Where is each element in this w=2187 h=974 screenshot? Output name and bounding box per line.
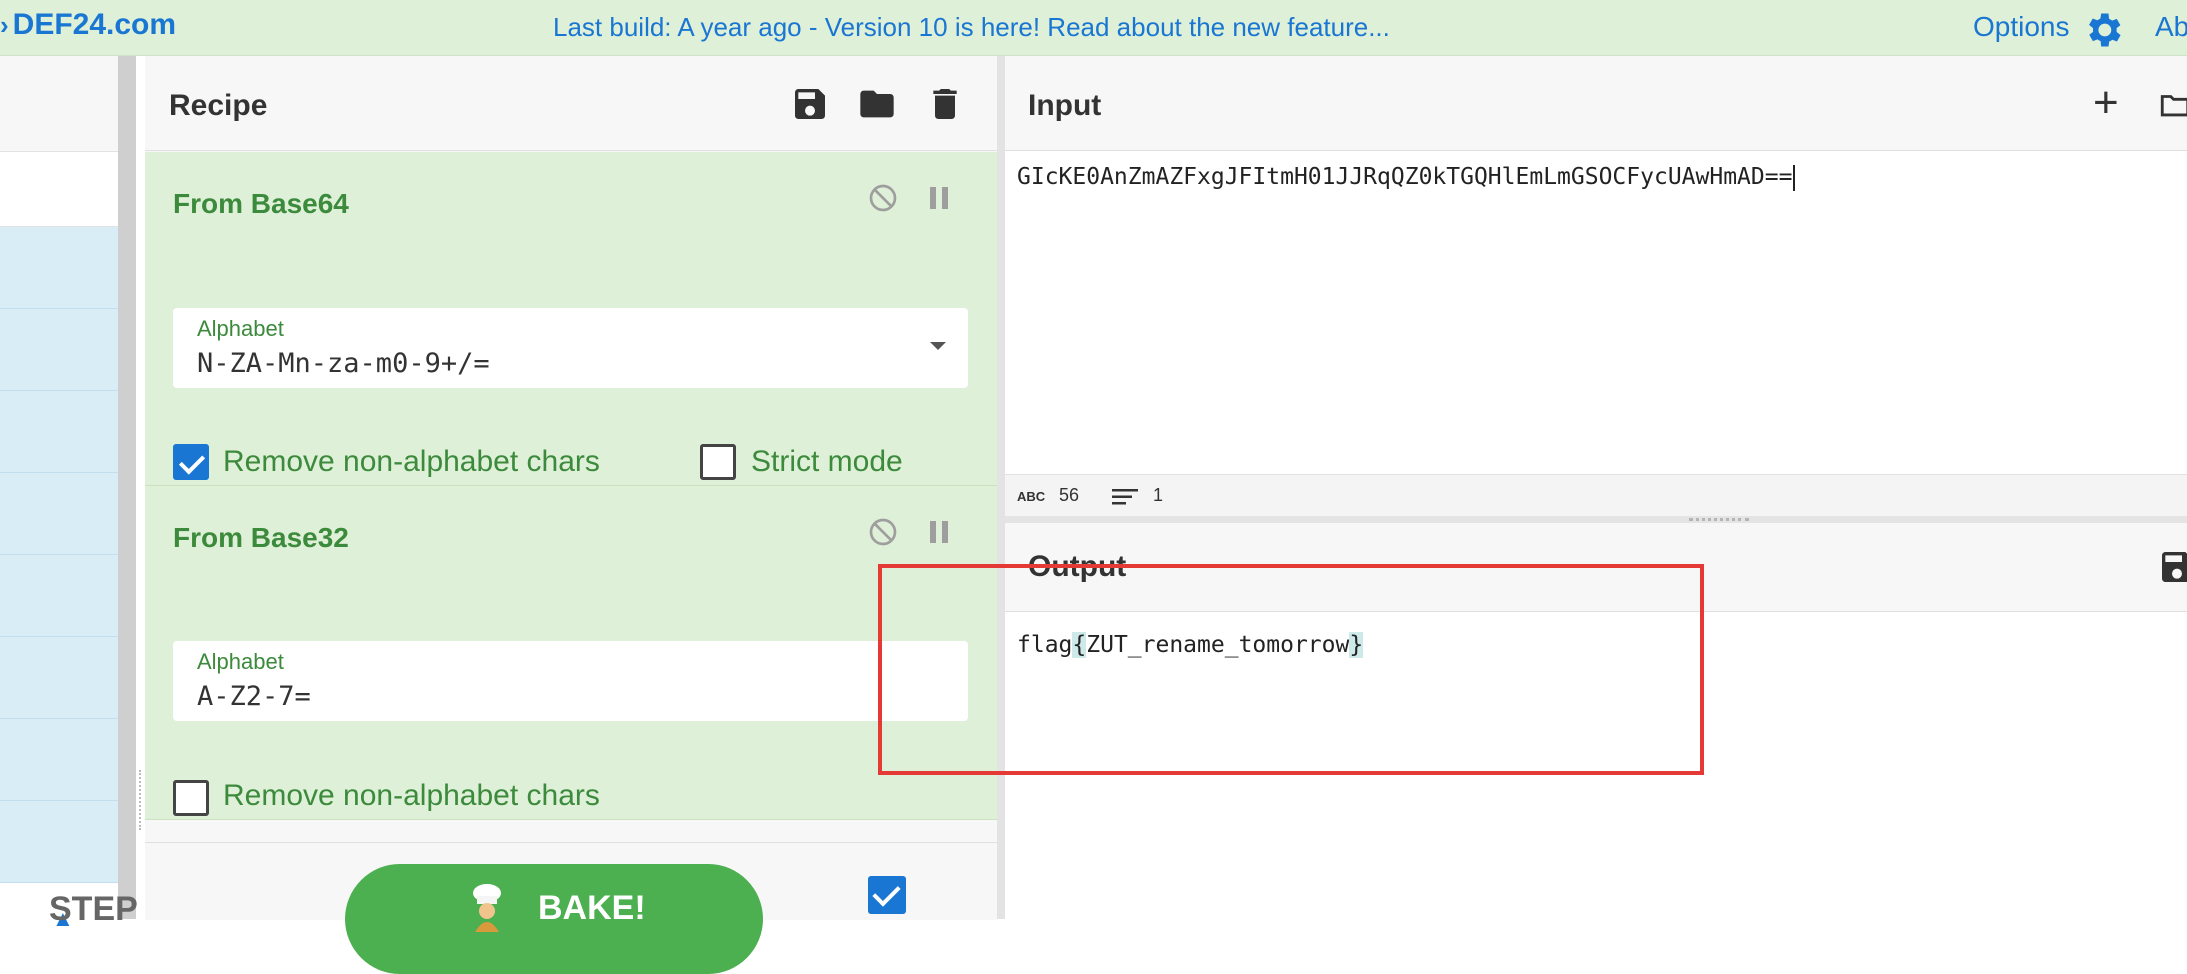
category-item[interactable] xyxy=(0,227,118,309)
category-item[interactable] xyxy=(0,637,118,719)
input-header: Input + xyxy=(1005,56,2187,151)
input-lines: 1 xyxy=(1153,485,1164,505)
bake-label[interactable]: BAKE! xyxy=(538,889,646,928)
category-item[interactable] xyxy=(0,473,118,555)
operation-title: From Base32 xyxy=(173,522,349,553)
disable-icon[interactable] xyxy=(867,516,899,548)
input-textarea[interactable]: GIcKE0AnZmAZFxgJFItmH01JJRqQZ0kTGQHlEmLm… xyxy=(1017,164,1796,191)
brand-text[interactable]: DEF24.com xyxy=(13,8,176,41)
operations-panel: ▲ xyxy=(0,56,118,931)
io-panel: Input + GIcKE0AnZmAZFxgJFItmH01JJRqQZ0kT… xyxy=(1005,56,2187,919)
recipe-title: Recipe xyxy=(169,89,268,122)
brand-link[interactable]: › DEF24.com xyxy=(0,8,176,42)
strict-mode-label[interactable]: Strict mode xyxy=(751,445,903,479)
open-folder-icon[interactable] xyxy=(2157,88,2187,122)
save-icon[interactable] xyxy=(790,84,830,124)
text-cursor xyxy=(1793,164,1796,191)
chevron-down-icon[interactable]: › xyxy=(0,10,9,40)
category-item[interactable] xyxy=(0,555,118,637)
chef-icon xyxy=(473,884,501,932)
annotation-highlight-box xyxy=(878,564,1704,775)
bake-button[interactable]: BAKE! xyxy=(345,864,763,974)
gear-icon[interactable] xyxy=(2081,8,2125,52)
input-value[interactable]: GIcKE0AnZmAZFxgJFItmH01JJRqQZ0kTGQHlEmLm… xyxy=(1017,164,1792,190)
lines-icon xyxy=(1112,489,1138,505)
operation-title: From Base64 xyxy=(173,188,349,219)
alphabet-select[interactable]: Alphabet N-ZA-Mn-za-m0-9+/= xyxy=(173,308,968,388)
recipe-header: Recipe xyxy=(145,56,997,151)
build-notice-link[interactable]: Last build: A year ago - Version 10 is h… xyxy=(553,12,1390,43)
input-status-bar: ABC 56 1 xyxy=(1005,474,2187,517)
remove-non-alphabet-checkbox[interactable] xyxy=(173,780,209,816)
folder-icon[interactable] xyxy=(857,84,897,124)
remove-non-alphabet-checkbox[interactable] xyxy=(173,444,209,480)
about-link[interactable]: Ab xyxy=(2155,11,2187,43)
alphabet-label: Alphabet xyxy=(197,316,284,341)
pause-icon[interactable] xyxy=(927,184,951,212)
operation-from-base64[interactable]: From Base64 Alphabet N-ZA-Mn-za-m0-9+/= … xyxy=(145,152,997,486)
category-item[interactable] xyxy=(0,801,118,883)
recipe-panel: Recipe From Base64 Alphabet N-ZA-Mn-za-m… xyxy=(145,56,997,920)
remove-non-alphabet-label[interactable]: Remove non-alphabet chars xyxy=(223,779,600,813)
category-item[interactable] xyxy=(0,391,118,473)
top-banner: › DEF24.com Last build: A year ago - Vers… xyxy=(0,0,2187,56)
trash-icon[interactable] xyxy=(925,84,965,124)
options-link[interactable]: Options xyxy=(1973,11,2070,43)
input-length: 56 xyxy=(1059,485,1080,505)
panel-gutter[interactable] xyxy=(997,56,1005,919)
length-icon: ABC xyxy=(1017,489,1046,504)
alphabet-value[interactable]: N-ZA-Mn-za-m0-9+/= xyxy=(197,348,490,379)
alphabet-input[interactable]: Alphabet A-Z2-7= xyxy=(173,641,968,721)
input-title: Input xyxy=(1028,89,1102,122)
step-button[interactable]: STEP xyxy=(49,890,138,929)
operations-header xyxy=(0,56,118,152)
panel-gutter[interactable] xyxy=(118,56,136,919)
category-item[interactable] xyxy=(0,719,118,801)
add-tab-icon[interactable]: + xyxy=(2093,78,2119,128)
strict-mode-checkbox[interactable] xyxy=(700,444,736,480)
disable-icon[interactable] xyxy=(867,182,899,214)
gutter-handle[interactable] xyxy=(139,770,144,830)
auto-bake-checkbox[interactable] xyxy=(868,876,906,914)
operations-search[interactable] xyxy=(0,152,118,227)
io-divider[interactable] xyxy=(1005,516,2187,523)
remove-non-alphabet-label[interactable]: Remove non-alphabet chars xyxy=(223,445,600,479)
dropdown-caret-icon[interactable] xyxy=(930,342,946,350)
alphabet-label: Alphabet xyxy=(197,649,284,674)
pause-icon[interactable] xyxy=(927,518,951,546)
operation-from-base32[interactable]: From Base32 Alphabet A-Z2-7= Remove non-… xyxy=(145,486,997,820)
save-output-icon[interactable] xyxy=(2157,547,2187,587)
category-item[interactable] xyxy=(0,309,118,391)
alphabet-value[interactable]: A-Z2-7= xyxy=(197,681,311,712)
